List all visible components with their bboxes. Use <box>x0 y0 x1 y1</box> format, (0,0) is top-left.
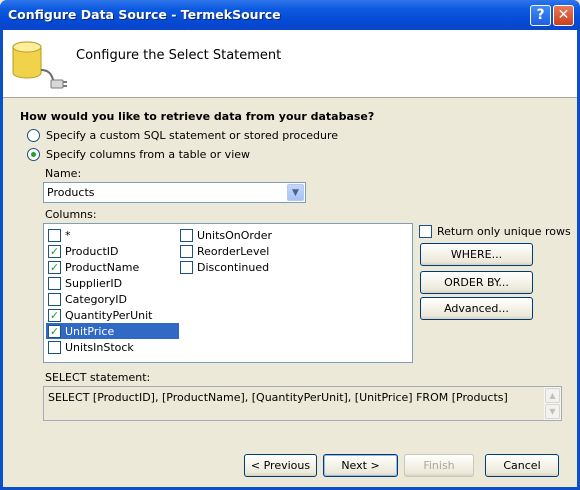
retrieve-question: How would you like to retrieve data from… <box>20 110 375 123</box>
wizard-header: Configure the Select Statement <box>3 30 577 98</box>
column-item[interactable]: ✓ ProductName <box>46 259 179 275</box>
column-label: SupplierID <box>65 276 123 290</box>
column-item[interactable]: ✓ QuantityPerUnit <box>46 307 179 323</box>
next-button[interactable]: Next > <box>323 454 398 477</box>
window-title: Configure Data Source - TermekSource <box>8 7 281 22</box>
title-bar[interactable]: Configure Data Source - TermekSource ? ✕ <box>0 0 580 30</box>
name-label: Name: <box>45 167 82 180</box>
chevron-down-icon[interactable]: ▼ <box>287 184 304 201</box>
column-checkbox[interactable] <box>48 292 61 306</box>
column-checkbox[interactable] <box>180 244 193 258</box>
column-label: ProductID <box>65 244 119 258</box>
columns-list-first: * ✓ ProductID ✓ ProductName SupplierID Categor… <box>46 227 179 355</box>
dialog-body: Configure the Select Statement How would… <box>3 30 577 487</box>
column-item[interactable]: * <box>46 227 179 243</box>
table-name-value: Products <box>47 186 95 199</box>
column-item[interactable]: ✓ ProductID <box>46 243 179 259</box>
custom-sql-option[interactable]: Specify a custom SQL statement or stored… <box>27 129 338 142</box>
column-label: ProductName <box>65 260 140 274</box>
column-item[interactable]: CategoryID <box>46 291 179 307</box>
column-label: QuantityPerUnit <box>65 308 153 322</box>
column-label: CategoryID <box>65 292 127 306</box>
cancel-button[interactable]: Cancel <box>485 454 559 477</box>
column-checkbox[interactable] <box>48 276 61 290</box>
wizard-step-title: Configure the Select Statement <box>76 48 282 63</box>
column-label: UnitPrice <box>65 324 115 338</box>
select-statement-scrollbar[interactable]: ▲ ▼ <box>544 387 561 420</box>
columns-list-second: UnitsOnOrder ReorderLevel Discontinued <box>178 227 308 275</box>
advanced-button[interactable]: Advanced... <box>420 297 533 320</box>
unique-rows-label: Return only unique rows <box>437 225 571 238</box>
order-by-button[interactable]: ORDER BY... <box>420 271 533 294</box>
scroll-up-icon[interactable]: ▲ <box>545 388 560 403</box>
column-checkbox[interactable]: ✓ <box>48 244 61 258</box>
column-item[interactable]: ✓ UnitPrice <box>46 323 179 339</box>
column-checkbox[interactable] <box>180 228 193 242</box>
column-item[interactable]: SupplierID <box>46 275 179 291</box>
column-checkbox[interactable] <box>180 260 193 274</box>
columns-listbox[interactable]: * ✓ ProductID ✓ ProductName SupplierID Categor… <box>43 223 413 363</box>
column-checkbox[interactable] <box>48 228 61 242</box>
column-item[interactable]: ReorderLevel <box>178 243 308 259</box>
column-label: Discontinued <box>197 260 270 274</box>
configure-data-source-window: Configure Data Source - TermekSource ? ✕… <box>0 0 580 490</box>
columns-option[interactable]: Specify columns from a table or view <box>27 148 250 161</box>
previous-button[interactable]: < Previous <box>244 454 317 477</box>
column-checkbox[interactable]: ✓ <box>48 260 61 274</box>
columns-option-label: Specify columns from a table or view <box>46 148 251 161</box>
column-checkbox[interactable] <box>48 340 61 354</box>
select-statement-text: SELECT [ProductID], [ProductName], [Quan… <box>48 391 508 404</box>
custom-sql-radio[interactable] <box>27 129 40 142</box>
column-checkbox[interactable]: ✓ <box>48 308 61 322</box>
database-plug-icon <box>12 41 67 89</box>
column-label: UnitsOnOrder <box>197 228 273 242</box>
column-label: UnitsInStock <box>65 340 134 354</box>
column-item[interactable]: Discontinued <box>178 259 308 275</box>
help-button[interactable]: ? <box>530 5 551 26</box>
columns-radio[interactable] <box>27 148 40 161</box>
select-statement-box: SELECT [ProductID], [ProductName], [Quan… <box>43 386 562 421</box>
columns-label: Columns: <box>45 208 97 221</box>
custom-sql-label: Specify a custom SQL statement or stored… <box>46 129 339 142</box>
column-label: ReorderLevel <box>197 244 270 258</box>
select-statement-label: SELECT statement: <box>45 371 151 384</box>
unique-rows-option[interactable]: Return only unique rows <box>419 225 571 238</box>
finish-button[interactable]: Finish <box>404 454 474 477</box>
scroll-down-icon[interactable]: ▼ <box>545 404 560 419</box>
column-checkbox[interactable]: ✓ <box>48 324 61 338</box>
table-name-select[interactable]: Products ▼ <box>43 182 306 203</box>
where-button[interactable]: WHERE... <box>420 243 533 266</box>
unique-rows-checkbox[interactable] <box>419 225 432 238</box>
column-item[interactable]: UnitsOnOrder <box>178 227 308 243</box>
column-item[interactable]: UnitsInStock <box>46 339 179 355</box>
column-label: * <box>65 228 71 242</box>
close-button[interactable]: ✕ <box>553 5 574 26</box>
